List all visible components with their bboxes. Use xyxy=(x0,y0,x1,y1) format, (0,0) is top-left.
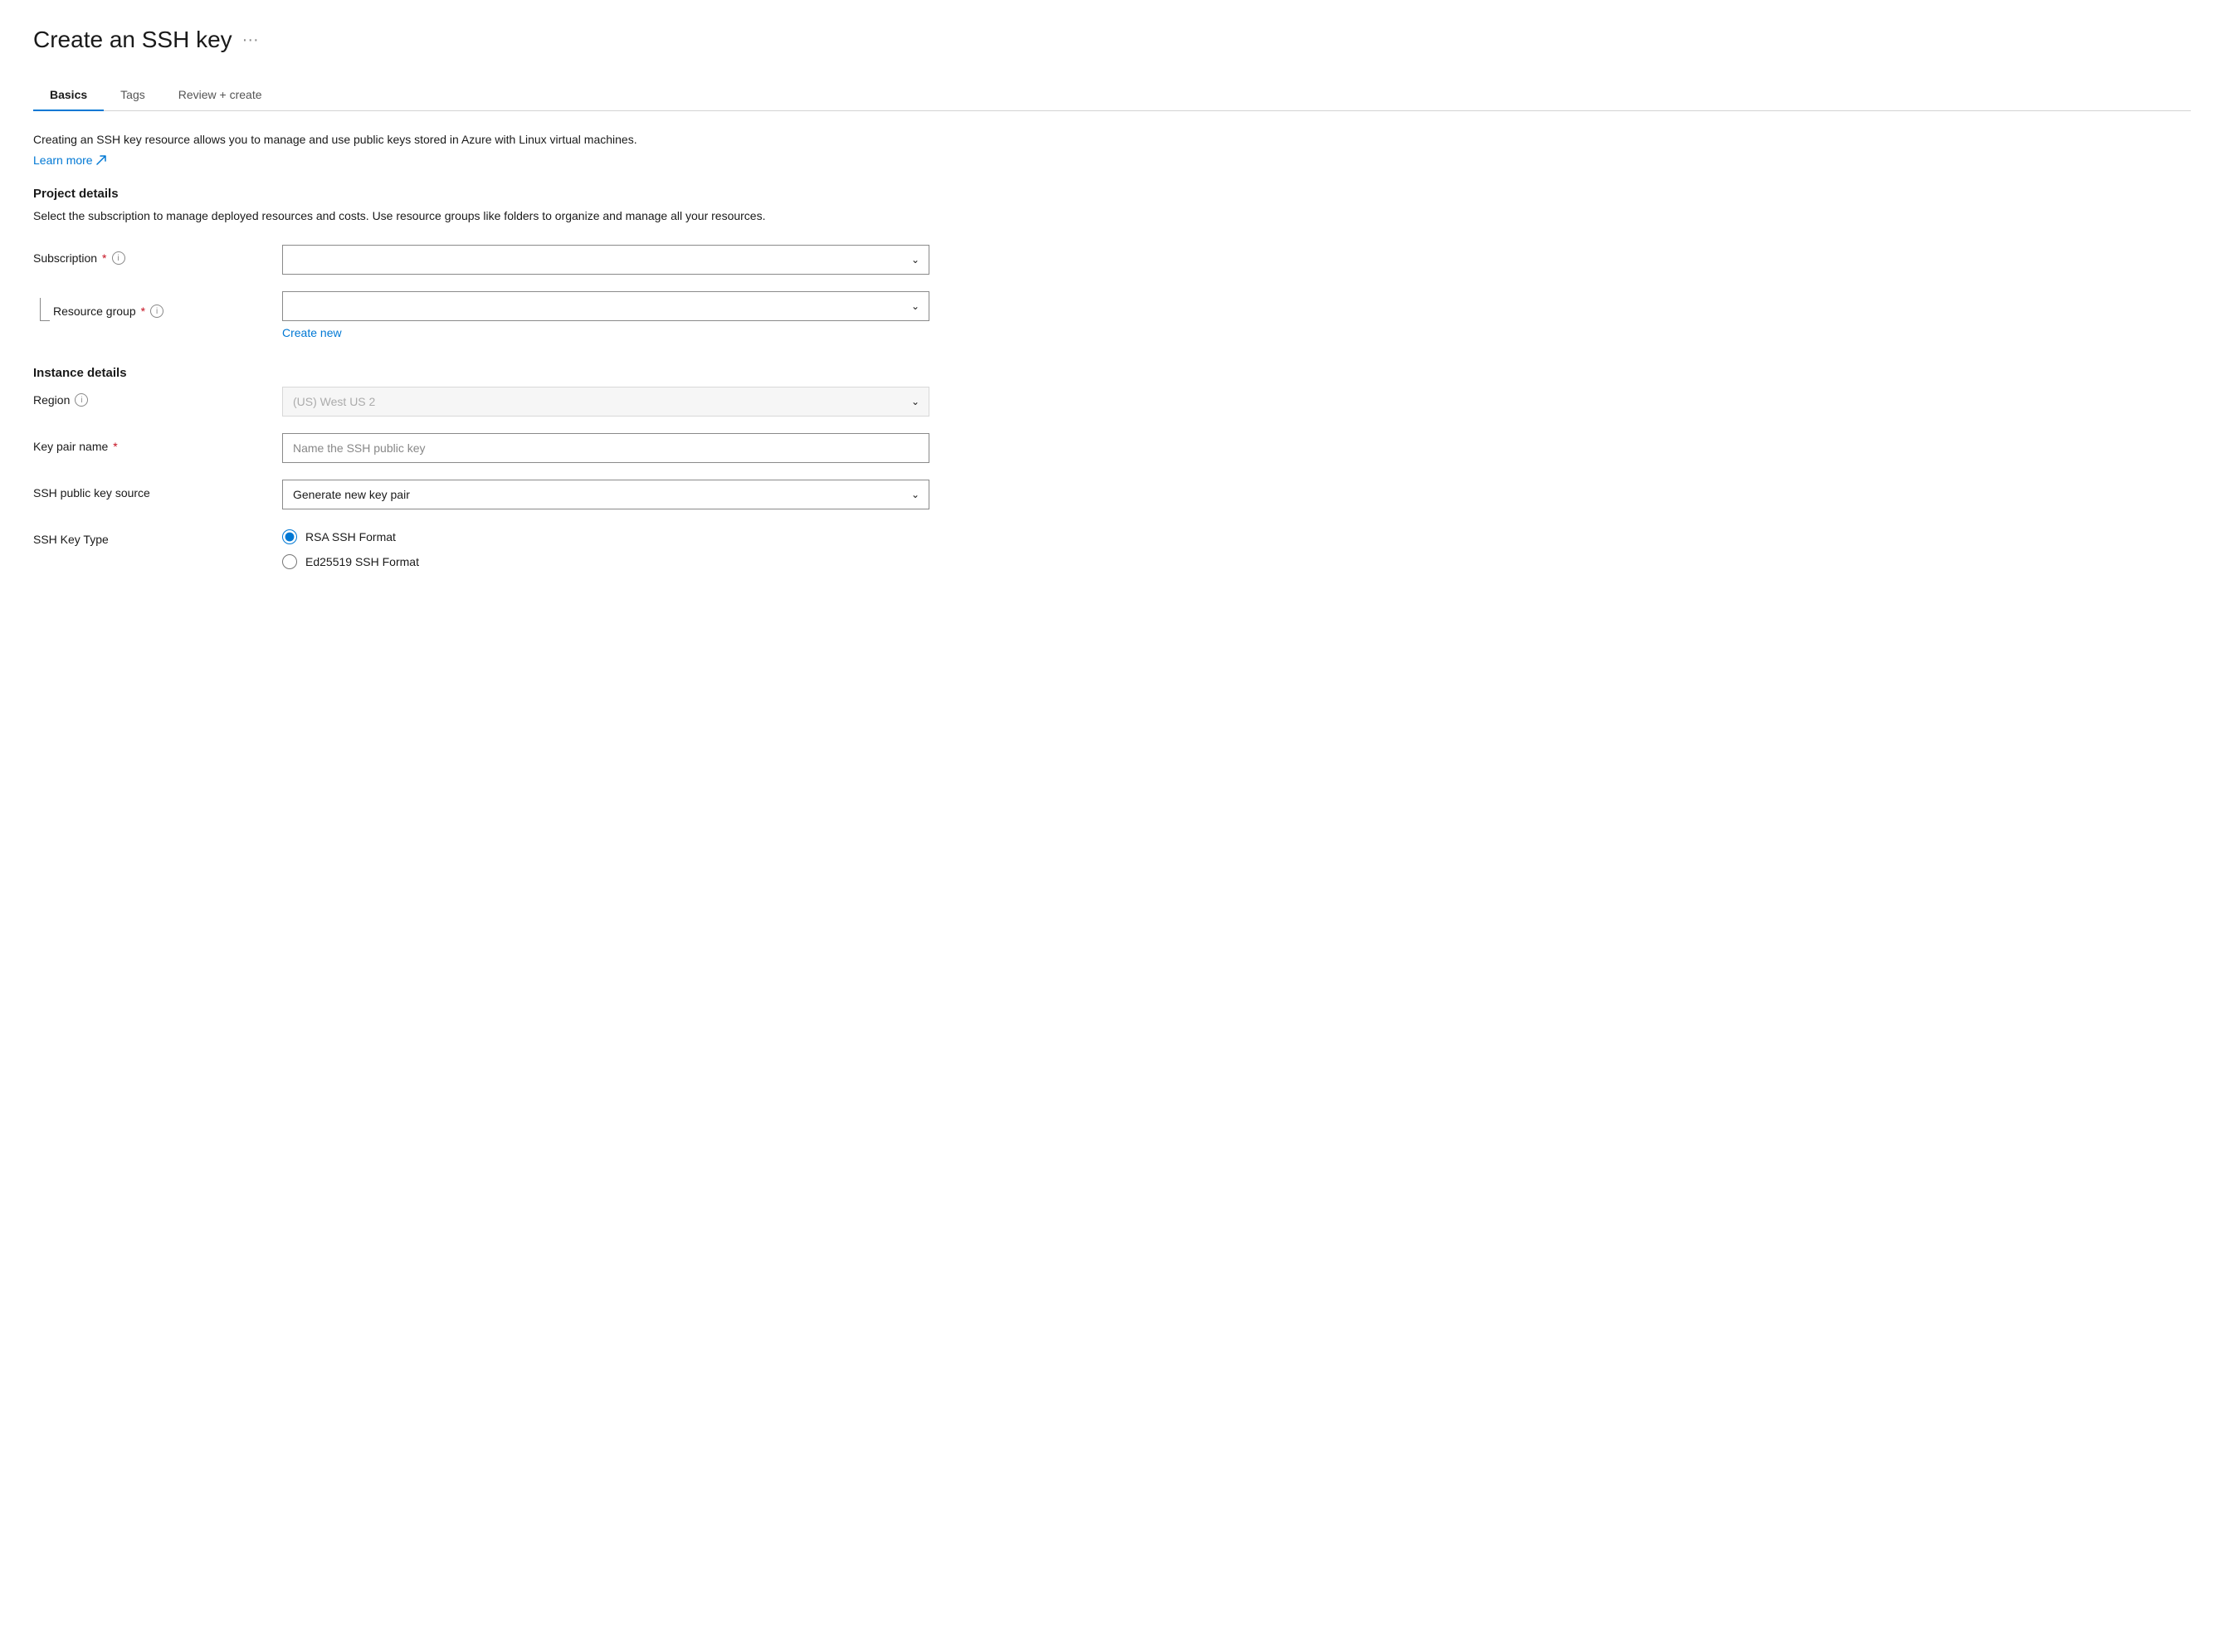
project-details-description: Select the subscription to manage deploy… xyxy=(33,207,780,225)
resource-group-label: Resource group xyxy=(53,305,136,318)
ssh-key-type-control-col: RSA SSH Format Ed25519 SSH Format xyxy=(282,526,929,569)
tab-basics[interactable]: Basics xyxy=(33,80,104,111)
tab-review-create[interactable]: Review + create xyxy=(162,80,279,111)
subscription-row: Subscription * i ⌄ xyxy=(33,245,946,275)
resource-group-required-star: * xyxy=(141,305,145,318)
ssh-key-source-label-col: SSH public key source xyxy=(33,480,282,499)
subscription-select-wrapper: ⌄ xyxy=(282,245,929,275)
tab-bar: Basics Tags Review + create xyxy=(33,80,2191,111)
page-title: Create an SSH key xyxy=(33,27,232,53)
region-control-col: (US) West US 2 ⌄ xyxy=(282,387,929,417)
resource-group-select-wrapper: ⌄ xyxy=(282,291,929,321)
learn-more-label: Learn more xyxy=(33,154,93,167)
radio-rsa-input[interactable] xyxy=(282,529,297,544)
tab-tags[interactable]: Tags xyxy=(104,80,162,111)
ssh-key-type-label-col: SSH Key Type xyxy=(33,526,282,546)
subscription-required-star: * xyxy=(102,251,106,265)
radio-ed25519-label: Ed25519 SSH Format xyxy=(305,555,419,568)
instance-details-section: Instance details Region i (US) West US 2… xyxy=(33,366,2191,569)
radio-ed25519-input[interactable] xyxy=(282,554,297,569)
radio-rsa-label: RSA SSH Format xyxy=(305,530,396,543)
resource-group-control-col: ⌄ Create new xyxy=(282,291,929,339)
page-description: Creating an SSH key resource allows you … xyxy=(33,131,780,149)
region-info-icon[interactable]: i xyxy=(75,393,88,407)
region-row: Region i (US) West US 2 ⌄ xyxy=(33,387,946,417)
project-details-title: Project details xyxy=(33,187,2191,201)
subscription-control-col: ⌄ xyxy=(282,245,929,275)
ssh-key-source-select-wrapper: Generate new key pair Use existing key s… xyxy=(282,480,929,509)
key-pair-name-label-col: Key pair name * xyxy=(33,433,282,453)
subscription-label: Subscription xyxy=(33,251,97,265)
ssh-key-source-row: SSH public key source Generate new key p… xyxy=(33,480,946,509)
instance-details-title: Instance details xyxy=(33,366,2191,380)
key-pair-name-required-star: * xyxy=(113,440,117,453)
subscription-info-icon[interactable]: i xyxy=(112,251,125,265)
key-pair-name-row: Key pair name * xyxy=(33,433,946,463)
page-title-ellipsis: ··· xyxy=(242,31,259,50)
resource-group-label-col: Resource group * i xyxy=(33,291,282,318)
ssh-key-source-select[interactable]: Generate new key pair Use existing key s… xyxy=(282,480,929,509)
key-pair-name-input[interactable] xyxy=(282,433,929,463)
project-details-section: Project details Select the subscription … xyxy=(33,187,2191,339)
resource-group-select[interactable] xyxy=(282,291,929,321)
ssh-key-type-radio-group: RSA SSH Format Ed25519 SSH Format xyxy=(282,526,929,569)
subscription-label-col: Subscription * i xyxy=(33,245,282,265)
create-new-link[interactable]: Create new xyxy=(282,326,342,339)
learn-more-link[interactable]: Learn more xyxy=(33,154,106,167)
resource-group-info-icon[interactable]: i xyxy=(150,305,163,318)
resource-group-row: Resource group * i ⌄ Create new xyxy=(33,291,946,339)
resource-group-indent: Resource group * i xyxy=(33,298,163,318)
region-label: Region xyxy=(33,393,70,407)
radio-option-rsa[interactable]: RSA SSH Format xyxy=(282,529,929,544)
indent-bracket xyxy=(33,298,50,305)
external-link-icon xyxy=(96,155,106,165)
region-select[interactable]: (US) West US 2 xyxy=(282,387,929,417)
ssh-key-type-row: SSH Key Type RSA SSH Format Ed25519 SSH … xyxy=(33,526,946,569)
key-pair-name-label: Key pair name xyxy=(33,440,108,453)
region-label-col: Region i xyxy=(33,387,282,407)
subscription-select[interactable] xyxy=(282,245,929,275)
page-title-bar: Create an SSH key ··· xyxy=(33,27,2191,53)
ssh-key-type-label: SSH Key Type xyxy=(33,533,109,546)
radio-option-ed25519[interactable]: Ed25519 SSH Format xyxy=(282,554,929,569)
key-pair-name-control-col xyxy=(282,433,929,463)
region-select-wrapper: (US) West US 2 ⌄ xyxy=(282,387,929,417)
ssh-key-source-control-col: Generate new key pair Use existing key s… xyxy=(282,480,929,509)
ssh-key-source-label: SSH public key source xyxy=(33,486,150,499)
